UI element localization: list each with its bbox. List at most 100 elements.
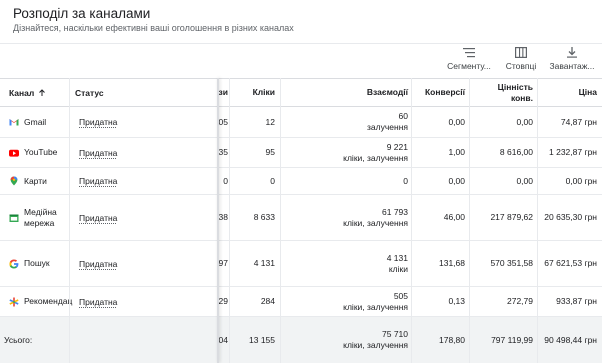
- column-header-conversions[interactable]: Конверсії: [412, 79, 465, 106]
- partial-value: 29: [218, 296, 228, 306]
- cost-value: 74,87 грн: [560, 116, 597, 127]
- column-header-conv-value-line2: конв.: [510, 92, 533, 103]
- download-icon: [567, 47, 577, 58]
- column-header-interactions[interactable]: Взаємодії: [281, 79, 408, 106]
- interactions-count: 9 221: [386, 141, 408, 152]
- interactions-count: 4 131: [386, 252, 408, 263]
- interactions-type: кліки: [388, 263, 408, 274]
- download-button[interactable]: Завантаж...: [547, 47, 597, 71]
- channel-name: Пошук: [24, 258, 50, 268]
- interactions-count: 75 710: [382, 329, 408, 339]
- cost-value: 90 498,44 грн: [544, 334, 597, 345]
- clicks-value: 8 633: [253, 212, 275, 222]
- total-row: Усього: 04 13 155 75 710 кліки, залученн…: [0, 317, 602, 363]
- interactions-count: 60: [398, 111, 408, 121]
- partial-value: 97: [218, 258, 228, 268]
- status-value[interactable]: Придатна: [79, 259, 117, 269]
- channel-cell: YouTube: [9, 138, 69, 167]
- interactions-type: кліки, залучення: [343, 301, 408, 312]
- conversions-value: 178,80: [439, 334, 465, 345]
- columns-label: Стовпці: [505, 61, 537, 71]
- table-row: Медійна мережа Придатна 38 8 633 61 793 …: [0, 195, 602, 241]
- conv-value-value: 0,00: [516, 175, 533, 186]
- clicks-value: 284: [260, 296, 275, 306]
- conversions-value: 131,68: [439, 258, 465, 268]
- columns-button[interactable]: Стовпці: [502, 47, 540, 71]
- interactions-value: 505 кліки, залучення: [281, 287, 408, 316]
- column-header-partial[interactable]: зи: [219, 79, 228, 106]
- status-value[interactable]: Придатна: [79, 117, 117, 127]
- conversions-value: 0,00: [448, 116, 465, 127]
- column-divider: [280, 78, 281, 363]
- interactions-value: 61 793 кліки, залучення: [281, 195, 408, 240]
- conversions-value: 46,00: [443, 212, 465, 222]
- conv-value-value: 217 879,62: [490, 212, 533, 222]
- conv-value-value: 797 119,99: [491, 334, 533, 345]
- columns-icon: [515, 47, 527, 58]
- cost-value: 933,87 грн: [556, 296, 597, 306]
- segment-icon: [463, 48, 475, 58]
- table-row: YouTube Придатна 35 95 9 221 кліки, залу…: [0, 138, 602, 168]
- interactions-value: 75 710 кліки, залучення: [281, 317, 408, 363]
- table-row: Gmail Придатна 05 12 60 залучення 0,00 0…: [0, 107, 602, 138]
- interactions-value: 60 залучення: [281, 107, 408, 137]
- conversions-value: 1,00: [448, 147, 465, 157]
- card-subtitle: Дізнайтеся, наскільки ефективні ваші ого…: [13, 23, 294, 33]
- interactions-count: 505: [393, 290, 408, 301]
- table-row: Пошук Придатна 97 4 131 4 131 кліки 131,…: [0, 241, 602, 287]
- column-divider: [469, 78, 470, 363]
- partial-value: 0: [223, 175, 228, 186]
- channel-cell: Gmail: [9, 107, 69, 137]
- status-value[interactable]: Придатна: [79, 176, 117, 186]
- column-divider: [537, 78, 538, 363]
- interactions-type: кліки, залучення: [343, 340, 408, 350]
- channels-table: Канал Статус зи Кліки Взаємодії Конверсі…: [0, 78, 602, 363]
- channel-name: Рекомендац: [24, 296, 73, 306]
- channel-name-line2: мережа: [24, 217, 55, 228]
- column-header-conv-value[interactable]: Цінність конв.: [470, 79, 533, 106]
- column-header-cost[interactable]: Ціна: [538, 79, 597, 106]
- interactions-value: 9 221 кліки, залучення: [281, 138, 408, 167]
- interactions-type: залучення: [367, 122, 408, 132]
- cost-value: 20 635,30 грн: [544, 212, 597, 222]
- status-value[interactable]: Придатна: [79, 148, 117, 158]
- conv-value-value: 8 616,00: [499, 147, 533, 157]
- conv-value-value: 0,00: [516, 116, 533, 127]
- channel-name: Gmail: [24, 116, 47, 127]
- channel-name-line1: Медійна: [24, 206, 57, 217]
- cost-value: 67 621,53 грн: [544, 258, 597, 268]
- column-header-channel-label: Канал: [9, 87, 35, 98]
- status-value[interactable]: Придатна: [79, 213, 117, 223]
- channel-name: Карти: [24, 175, 47, 186]
- clicks-value: 13 155: [249, 334, 275, 345]
- partial-value: 05: [218, 116, 228, 127]
- column-header-channel[interactable]: Канал: [9, 79, 69, 106]
- conv-value-value: 272,79: [507, 296, 533, 306]
- channel-name: YouTube: [24, 147, 58, 157]
- segment-button[interactable]: Сегменту...: [444, 47, 494, 71]
- conversions-value: 0,13: [448, 296, 465, 306]
- discover-asterisk-icon: [9, 297, 19, 306]
- channel-cell: Рекомендац: [9, 287, 73, 316]
- card-title: Розподіл за каналами: [13, 6, 151, 21]
- column-header-clicks[interactable]: Кліки: [230, 79, 275, 106]
- interactions-type: кліки, залучення: [343, 152, 408, 163]
- google-search-icon: [9, 259, 19, 268]
- table-row: Карти Придатна 0 0 0 0,00 0,00 0,00 грн: [0, 168, 602, 195]
- channel-cell: Карти: [9, 168, 69, 194]
- channel-cell: Медійна мережа: [9, 195, 69, 240]
- table-header-row: Канал Статус зи Кліки Взаємодії Конверсі…: [0, 78, 602, 107]
- status-value[interactable]: Придатна: [79, 297, 117, 307]
- interactions-count: 0: [403, 175, 408, 186]
- youtube-icon: [9, 149, 19, 157]
- column-header-status[interactable]: Статус: [75, 79, 175, 106]
- clicks-value: 12: [265, 116, 275, 127]
- clicks-value: 4 131: [253, 258, 275, 268]
- table-toolbar: Сегменту... Стовпці Завантаж...: [0, 44, 602, 78]
- partial-value: 04: [218, 334, 228, 345]
- frozen-columns-divider: [217, 78, 219, 363]
- column-header-conv-value-line1: Цінність: [497, 81, 533, 92]
- column-divider: [229, 78, 230, 363]
- clicks-value: 95: [265, 147, 275, 157]
- segment-label: Сегменту...: [447, 61, 491, 71]
